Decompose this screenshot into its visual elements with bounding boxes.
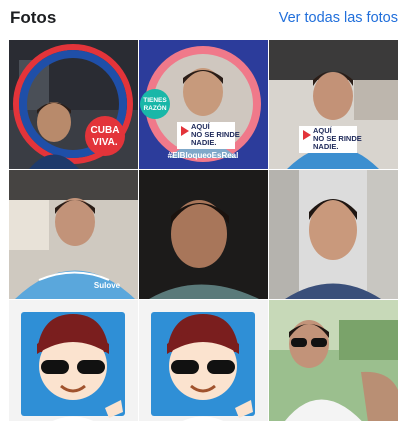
photo-lobby-banner: AQUÍ NO SE RINDE NADIE. [269,40,398,169]
badge-text-line2: VIVA. [92,137,118,148]
photo-sunglasses-selfie [269,300,398,421]
svg-text:NADIE.: NADIE. [191,138,216,147]
photo-thumbnail[interactable] [269,170,398,299]
photo-thumbnail[interactable] [139,300,268,421]
photo-thumbnail[interactable]: CUBA VIVA. [9,40,138,169]
photo-bus-selfie [269,170,398,299]
photo-grid: CUBA VIVA. TIENES RAZÓN AQUÍ NO SE RINDE… [9,40,398,421]
badge-text-line1: TIENES [143,97,167,104]
cartoon-avatar-sticker [9,300,138,421]
photo-thumbnail[interactable] [139,170,268,299]
cartoon-avatar-sticker [139,300,268,421]
shirt-text: Sulove [94,281,121,290]
badge-text-line2: RAZÓN [143,103,166,112]
see-all-photos-link[interactable]: Ver todas las fotos [279,10,398,26]
photo-thumbnail[interactable]: Sulove [9,170,138,299]
section-title: Fotos [10,8,57,27]
profile-photo-frame-cuba-viva: CUBA VIVA. [9,40,138,169]
badge-text-line1: CUBA [91,125,120,136]
photo-night-selfie [139,170,268,299]
photo-thumbnail[interactable] [9,300,138,421]
photo-selfie-lobby: Sulove [9,170,138,299]
svg-text:NADIE.: NADIE. [313,142,338,151]
photo-thumbnail[interactable]: AQUÍ NO SE RINDE NADIE. [269,40,398,169]
photo-thumbnail[interactable] [269,300,398,421]
photos-section-header: Fotos Ver todas las fotos [0,0,407,38]
profile-photo-frame-bloqueo: TIENES RAZÓN AQUÍ NO SE RINDE NADIE. #El… [139,40,268,169]
hashtag-text: #ElBloqueoEsReal [168,151,239,160]
photo-thumbnail[interactable]: TIENES RAZÓN AQUÍ NO SE RINDE NADIE. #El… [139,40,268,169]
